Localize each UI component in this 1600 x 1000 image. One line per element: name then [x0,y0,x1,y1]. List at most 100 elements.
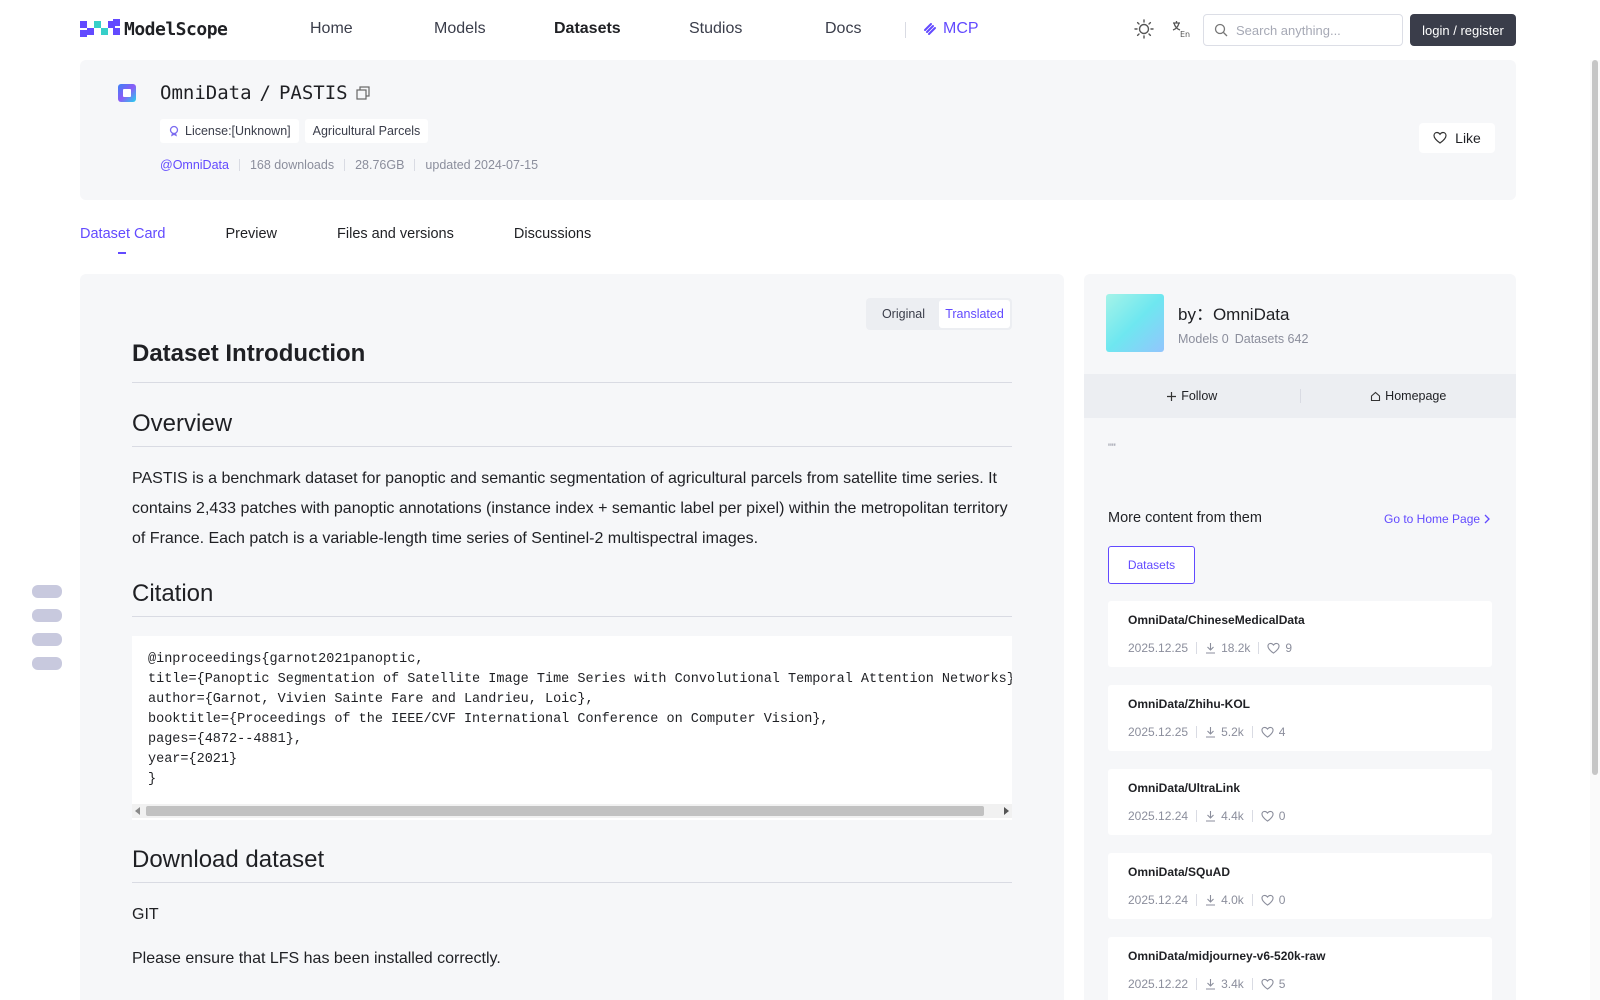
related-dataset-likes: 0 [1278,809,1286,823]
translation-toggle: Original Translated [866,298,1012,330]
toc-item[interactable] [32,585,62,598]
search-icon [1214,23,1228,37]
related-dataset-item[interactable]: OmniData/ChineseMedicalData 2025.12.25 18.… [1108,601,1492,667]
related-dataset-meta: 2025.12.24 4.4k 0 [1128,809,1472,823]
dataset-tags: License:[Unknown] Agricultural Parcels [160,119,429,143]
updated-date: updated 2024-07-15 [425,158,539,172]
related-dataset-name: OmniData/midjourney-v6-520k-raw [1128,949,1326,963]
related-dataset-date: 2025.12.22 [1128,977,1189,991]
dataset-tabs: Dataset Card Preview Files and versions … [80,226,591,254]
related-dataset-likes: 9 [1285,641,1293,655]
page-scrollbar-thumb[interactable] [1592,60,1598,775]
related-dataset-downloads: 4.4k [1221,809,1244,823]
more-content-title: More content from them [1108,510,1262,526]
scroll-left-arrow[interactable] [135,807,140,815]
page-scrollbar[interactable] [1590,60,1600,1000]
related-dataset-item[interactable]: OmniData/UltraLink 2025.12.24 4.4k 0 [1108,769,1492,835]
modelscope-logo[interactable]: ModelScope [80,17,228,41]
download-icon [1205,894,1216,906]
related-dataset-likes: 5 [1278,977,1286,991]
download-icon [1205,810,1216,822]
license-tag[interactable]: License:[Unknown] [160,119,299,143]
author-datasets-count: Datasets 642 [1234,332,1309,346]
go-to-homepage-link[interactable]: Go to Home Page [1384,512,1491,526]
toc-item[interactable] [32,657,62,670]
citation-code: @inproceedings{garnot2021panoptic, title… [148,652,1012,787]
language-icon[interactable]: En [1169,18,1191,40]
like-button[interactable]: Like [1419,123,1495,153]
related-dataset-item[interactable]: OmniData/Zhihu-KOL 2025.12.25 5.2k 4 [1108,685,1492,751]
owner-link[interactable]: @OmniData [160,158,229,172]
citation-code-block: @inproceedings{garnot2021panoptic, title… [132,636,1012,820]
related-dataset-likes: 4 [1278,725,1286,739]
dataset-meta: @OmniData 168 downloads 28.76GB updated … [160,158,538,172]
tab-discussions[interactable]: Discussions [514,226,591,242]
search-input[interactable] [1236,22,1396,38]
datasets-filter-button[interactable]: Datasets [1108,546,1195,584]
related-dataset-meta: 2025.12.24 4.0k 0 [1128,893,1472,907]
follow-button[interactable]: Follow [1084,389,1300,403]
dataset-size: 28.76GB [355,158,405,172]
copy-icon[interactable] [356,86,370,100]
author-sidebar: by：OmniData Models 0 Datasets 642 Follow… [1084,274,1516,1000]
license-icon [169,125,179,137]
author-avatar[interactable] [1106,294,1164,352]
author-name[interactable]: by：OmniData [1178,300,1289,325]
related-dataset-item[interactable]: OmniData/SQuAD 2025.12.24 4.0k 0 [1108,853,1492,919]
home-icon [1371,391,1381,401]
translated-option[interactable]: Translated [939,300,1010,328]
related-dataset-meta: 2025.12.25 5.2k 4 [1128,725,1472,739]
related-dataset-date: 2025.12.25 [1128,725,1189,739]
toc-item[interactable] [32,609,62,622]
dataset-header: OmniData / PASTIS License:[Unknown] Agri… [80,60,1516,200]
nav-datasets[interactable]: Datasets [554,20,621,38]
dataset-name: PASTIS [278,82,348,104]
author-models-count: Models 0 [1178,332,1229,346]
git-label: GIT [132,906,159,923]
go-to-homepage-label: Go to Home Page [1384,512,1481,526]
homepage-button[interactable]: Homepage [1301,389,1517,403]
download-icon [1205,978,1216,990]
nav-mcp[interactable]: MCP [922,20,979,38]
download-icon [1205,642,1216,654]
homepage-label: Homepage [1385,389,1447,403]
chevron-right-icon [1484,514,1490,524]
category-tag[interactable]: Agricultural Parcels [304,119,429,143]
related-dataset-likes: 0 [1278,893,1286,907]
related-dataset-item[interactable]: OmniData/midjourney-v6-520k-raw 2025.12.2… [1108,937,1492,1000]
overview-text: PASTIS is a benchmark dataset for panopt… [132,470,1008,547]
tab-dataset-card[interactable]: Dataset Card [80,226,165,254]
nav-studios[interactable]: Studios [689,20,742,38]
top-navbar: ModelScope Home Models Datasets Studios … [0,0,1600,58]
related-dataset-meta: 2025.12.22 3.4k 5 [1128,977,1472,991]
related-dataset-date: 2025.12.24 [1128,893,1189,907]
theme-toggle-icon[interactable] [1133,18,1155,40]
nav-home[interactable]: Home [310,20,353,38]
author-stats: Models 0 Datasets 642 [1178,332,1308,346]
dataset-card-content: Original Translated Dataset Introduction… [80,274,1064,1000]
related-dataset-downloads: 18.2k [1221,641,1251,655]
code-scrollbar[interactable] [132,804,1012,818]
tab-files-and-versions[interactable]: Files and versions [337,226,454,242]
related-dataset-downloads: 3.4k [1221,977,1244,991]
login-register-button[interactable]: login / register [1410,14,1516,46]
dataset-owner[interactable]: OmniData [160,82,252,104]
tab-preview[interactable]: Preview [225,226,277,242]
toc-item[interactable] [32,633,62,646]
download-heading: Download dataset [132,846,1012,883]
original-option[interactable]: Original [868,300,939,328]
overview-heading: Overview [132,410,1012,447]
dataset-avatar [118,84,136,102]
download-icon [1205,726,1216,738]
lfs-note: Please ensure that LFS has been installe… [132,950,501,967]
scroll-right-arrow[interactable] [1004,807,1009,815]
nav-docs[interactable]: Docs [825,20,861,38]
code-scrollbar-thumb[interactable] [146,806,984,816]
plus-icon [1167,391,1177,401]
heart-icon [1261,810,1274,822]
nav-models[interactable]: Models [434,20,486,38]
like-label: Like [1455,130,1481,146]
nav-mcp-label: MCP [943,20,979,37]
title-separator: / [259,82,271,104]
search-box[interactable] [1203,14,1403,46]
